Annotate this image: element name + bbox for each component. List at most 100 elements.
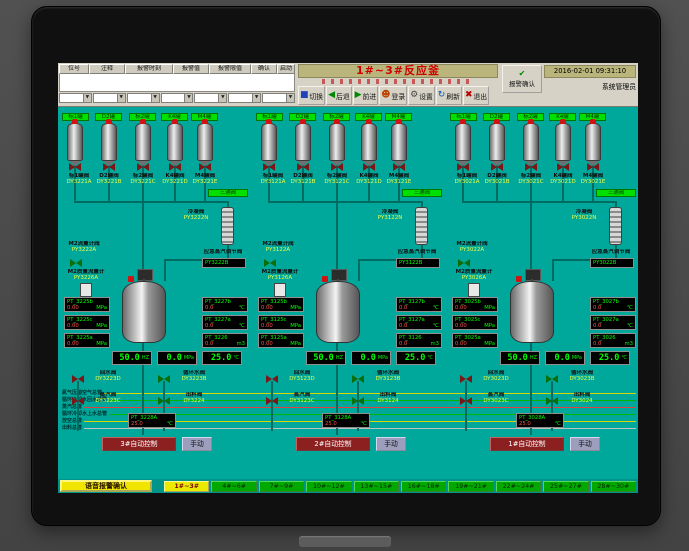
flow-valve-icon[interactable] (70, 259, 82, 267)
metering-tank (135, 123, 151, 161)
valve-icon[interactable] (460, 397, 472, 405)
pipe-segment (77, 381, 79, 431)
valve-tag: DY3223B (172, 376, 216, 382)
valve-icon[interactable] (352, 397, 364, 405)
page-button[interactable]: 7#~9# (259, 481, 304, 492)
tank-valve-icon[interactable] (331, 163, 343, 171)
page-button[interactable]: 4#~6# (211, 481, 256, 492)
auto-control-button[interactable]: 1#自动控制 (490, 437, 564, 451)
display-value: 0.0 (360, 353, 375, 363)
tank-valve-icon[interactable] (557, 163, 569, 171)
valve-icon[interactable] (460, 375, 472, 383)
tank-valve-icon[interactable] (137, 163, 149, 171)
auto-control-button[interactable]: 3#自动控制 (102, 437, 176, 451)
tank-valve-icon[interactable] (69, 163, 81, 171)
metering-tank (67, 123, 83, 161)
tank-valve-icon[interactable] (297, 163, 309, 171)
filter-select[interactable]: ▼ (262, 93, 295, 103)
filter-select[interactable]: ▼ (59, 93, 92, 103)
metering-tank (167, 123, 183, 161)
emergency-valve-name: 应急蒸汽调节阀 (196, 249, 250, 255)
display-value: 0.0 (554, 353, 569, 363)
page-button[interactable]: 25#~27# (543, 481, 588, 492)
manual-button[interactable]: 手动 (570, 437, 600, 451)
manual-button[interactable]: 手动 (182, 437, 212, 451)
tank-valve-icon[interactable] (457, 163, 469, 171)
alarm-ack-button[interactable]: ✔ 报警确认 (502, 65, 542, 93)
tank-valve-icon[interactable] (587, 163, 599, 171)
tank-valve-icon[interactable] (199, 163, 211, 171)
filter-select[interactable]: ▼ (194, 93, 227, 103)
valve-icon[interactable] (546, 375, 558, 383)
valve-tag: PY3122N (368, 215, 412, 221)
instrument-readout: PT_3227b 0.0℃ (202, 297, 248, 312)
filter-select[interactable]: ▼ (93, 93, 126, 103)
valve-icon[interactable] (158, 397, 170, 405)
valve-icon[interactable] (72, 375, 84, 383)
filter-select[interactable]: ▼ (228, 93, 261, 103)
tank-valve-icon[interactable] (103, 163, 115, 171)
alarm-column-header: 确认 (251, 64, 277, 74)
toolbar-button[interactable]: ⚙ 设置 (408, 86, 435, 105)
three-way-valve-label: 三通阀 (208, 189, 248, 197)
valve-label: M4罐阀 DY3121E (382, 173, 416, 185)
tank-valve-icon[interactable] (525, 163, 537, 171)
flow-valve-icon[interactable] (264, 259, 276, 267)
instrument-value: 25.0 (519, 421, 531, 427)
toolbar-button[interactable]: ▶ 前进 (353, 86, 379, 105)
filter-select[interactable]: ▼ (127, 93, 160, 103)
page-button[interactable]: 16#~18# (401, 481, 446, 492)
tank-valve-icon[interactable] (263, 163, 275, 171)
valve-tag: DY3021D (546, 179, 580, 185)
page-button[interactable]: 28#~30# (591, 481, 636, 492)
flow-valve-icon[interactable] (458, 259, 470, 267)
chevron-down-icon: ▼ (184, 94, 192, 102)
filter-select[interactable]: ▼ (161, 93, 194, 103)
voice-alarm-ack-button[interactable]: 语音报警确认 (60, 480, 152, 492)
valve-icon[interactable] (72, 397, 84, 405)
valve-label: 循环水阀 DY3123B (366, 370, 410, 382)
toolbar-button[interactable]: ◀ 后退 (326, 86, 352, 105)
page-button[interactable]: 22#~24# (496, 481, 541, 492)
valve-icon[interactable] (266, 375, 278, 383)
tank-valve-icon[interactable] (169, 163, 181, 171)
digital-display: 50.0HZ (500, 351, 540, 365)
chevron-down-icon: ▼ (286, 94, 294, 102)
page-button[interactable]: 19#~21# (448, 481, 493, 492)
auto-control-button[interactable]: 2#自动控制 (296, 437, 370, 451)
instrument-readout: PT_3028A 25.0℃ (516, 413, 564, 428)
tank-valve-icon[interactable] (363, 163, 375, 171)
page-button[interactable]: 10#~12# (306, 481, 351, 492)
valve-tag: DY3224 (172, 398, 216, 404)
digital-display: 0.0MPa (545, 351, 585, 365)
alarm-list[interactable] (59, 74, 295, 92)
manual-button[interactable]: 手动 (376, 437, 406, 451)
alarm-column-header: 注释 (89, 64, 125, 74)
page-button[interactable]: 1#~3# (164, 481, 209, 492)
alarm-column-header: 启动 (277, 64, 295, 74)
display-unit: MPa (378, 355, 388, 361)
toolbar-button[interactable]: ↻ 刷新 (436, 86, 462, 105)
title-strip: 1#~3#反应釜 (298, 64, 498, 78)
toolbar-button[interactable]: ■ 切换 (298, 86, 325, 105)
page-button[interactable]: 13#~15# (354, 481, 399, 492)
valve-tag: DY3223D (86, 376, 130, 382)
alarm-table-header: 位号 注释 报警时刻 报警值 报警限值 确认 启动 (59, 64, 295, 74)
valve-icon[interactable] (158, 375, 170, 383)
instrument-readout: PY3122B (396, 258, 440, 268)
valve-label: 蒸汽阀 DY3223C (86, 392, 130, 404)
instrument-value: 0.00 (67, 323, 79, 329)
tank-valve-icon[interactable] (393, 163, 405, 171)
valve-label: M4罐阀 DY3221E (188, 173, 222, 185)
valve-icon[interactable] (266, 397, 278, 405)
tank-valve-icon[interactable] (491, 163, 503, 171)
condenser (609, 207, 622, 245)
toolbar-button[interactable]: ☻ 登录 (379, 86, 407, 105)
instrument-readout: PT_3025c 0.00MPa (452, 315, 498, 330)
valve-icon[interactable] (546, 397, 558, 405)
instrument-tag: PY3022B (593, 260, 631, 266)
valve-icon[interactable] (352, 375, 364, 383)
instrument-value: 0.00 (261, 341, 273, 347)
digital-display: 50.0HZ (112, 351, 152, 365)
toolbar-button[interactable]: ✖ 退出 (463, 86, 489, 105)
